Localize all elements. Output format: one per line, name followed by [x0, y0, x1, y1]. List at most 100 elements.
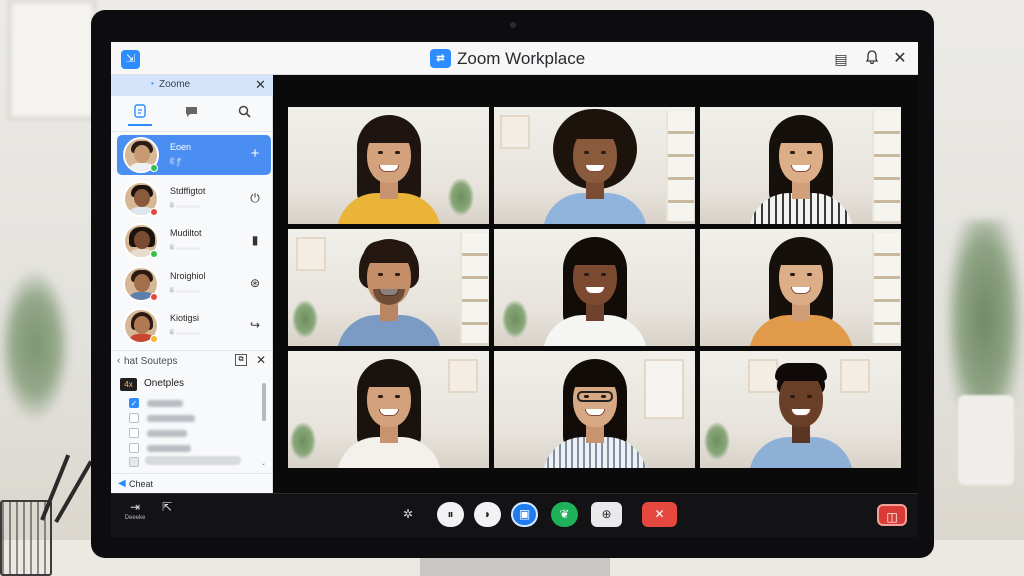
- video-button[interactable]: ◗: [474, 502, 501, 527]
- contact-status-text: Ɛ ꝭ: [170, 157, 181, 166]
- webcam: [510, 22, 516, 28]
- list-checkbox[interactable]: [129, 428, 139, 438]
- subpanel-title: hat Souteps: [124, 356, 178, 367]
- chat-bubble-icon[interactable]: ▤: [831, 49, 851, 69]
- contact-name: Nroighiol: [170, 271, 206, 281]
- contact-name: Kiotigsi: [170, 313, 200, 323]
- status-icon[interactable]: ⊛: [247, 275, 263, 291]
- status-dot: [150, 164, 158, 172]
- participant-video-tile[interactable]: [288, 351, 489, 468]
- participant-video-tile[interactable]: [700, 107, 901, 224]
- reactions-icon: ❦: [559, 507, 570, 521]
- participant-video-tile[interactable]: [288, 107, 489, 224]
- tab-contacts[interactable]: [128, 102, 152, 126]
- background-pot: [958, 395, 1014, 485]
- contact-name: Eoen: [170, 142, 192, 152]
- wall-picture-frame: [8, 0, 96, 120]
- zoom-logo-icon: ⇄: [430, 49, 451, 68]
- subpanel-scrollbar[interactable]: ⌄: [261, 375, 267, 470]
- contact-row[interactable]: Eoen Ɛ ꝭ +: [117, 135, 271, 175]
- exit-button[interactable]: ⇥ Deeeke: [121, 500, 149, 521]
- cast-button[interactable]: ⇱: [153, 500, 181, 514]
- end-call-icon: ✕: [654, 507, 665, 521]
- close-icon[interactable]: ✕: [890, 49, 910, 69]
- contact-status-text: ɕ ………: [170, 327, 201, 336]
- side-panel-footer[interactable]: ◀ Cheat: [111, 473, 273, 493]
- tab-chat[interactable]: [179, 102, 203, 126]
- search-icon: [238, 105, 251, 118]
- scroll-down-icon[interactable]: ⌄: [261, 460, 266, 467]
- power-icon[interactable]: ⏻: [247, 190, 263, 206]
- header-dot-icon: •: [151, 79, 154, 88]
- contact-status-text: ɕ ………: [170, 242, 201, 251]
- mute-button[interactable]: ⏸: [437, 502, 464, 527]
- side-panel-title: Zoome: [159, 79, 191, 90]
- meeting-toolbar: ⇥ Deeeke ⇱ ✲ ⏸ ◗ ▣ ❦ ⊕ ✕ ◫: [111, 493, 918, 537]
- tab-search[interactable]: [232, 102, 256, 126]
- exit-button-label: Deeeke: [124, 515, 146, 521]
- add-icon[interactable]: +: [247, 146, 263, 162]
- exit-icon: ⇥: [129, 500, 141, 514]
- mute-icon: ⏸: [447, 507, 454, 521]
- footer-label: Cheat: [129, 479, 154, 489]
- participant-video-tile[interactable]: [494, 351, 695, 468]
- contact-row[interactable]: Nroighiol ɕ ……… ⊛: [117, 264, 271, 304]
- list-checkbox[interactable]: ✓: [129, 398, 139, 408]
- background-plant-left: [0, 270, 70, 420]
- subpanel-header: ‹ hat Souteps ⧉ ✕: [111, 350, 273, 372]
- list-tag-badge: 4x: [120, 378, 137, 391]
- list-filter-input[interactable]: [145, 456, 241, 465]
- bell-icon[interactable]: [862, 49, 882, 69]
- list-item-label: [147, 445, 191, 452]
- reactions-button[interactable]: ❦: [551, 502, 578, 527]
- participant-video-tile[interactable]: [700, 229, 901, 346]
- list-checkbox[interactable]: [129, 443, 139, 453]
- record-icon: ◫: [886, 510, 898, 524]
- contact-name: Mudiltot: [170, 228, 202, 238]
- side-panel-close-icon[interactable]: ✕: [255, 77, 266, 93]
- forward-icon[interactable]: ↪: [247, 317, 263, 333]
- participant-video-tile[interactable]: [288, 229, 489, 346]
- record-button[interactable]: ◫: [877, 504, 907, 526]
- side-panel-tabs: [111, 96, 273, 132]
- participant-video-tile[interactable]: [494, 107, 695, 224]
- status-dot: [150, 293, 158, 301]
- title-bar: ⇲ ⇄ Zoom Workplace ▤ ✕: [111, 42, 918, 75]
- subpanel-list: 4x Onetples ✓: [115, 373, 269, 473]
- contact-row[interactable]: Stdffigtot ɕ ……… ⏻: [117, 179, 271, 219]
- status-dot: [150, 335, 158, 343]
- participant-video-tile[interactable]: [494, 229, 695, 346]
- chevron-left-icon: ◀: [118, 478, 126, 489]
- list-checkbox[interactable]: [129, 413, 139, 423]
- video-gallery: [288, 107, 902, 469]
- participant-video-tile[interactable]: [700, 351, 901, 468]
- chat-icon: [185, 107, 197, 117]
- screen-share-icon: ▣: [518, 507, 531, 521]
- side-panel: • Zoome ✕ Eoen Ɛ ꝭ + Stdffigtot ɕ ……… ⏻ …: [111, 75, 273, 493]
- more-icon: ⊕: [601, 507, 612, 521]
- list-checkbox[interactable]: [129, 457, 139, 467]
- settings-button[interactable]: ✲: [397, 502, 419, 527]
- contact-status-text: ɕ ………: [170, 285, 201, 294]
- back-icon[interactable]: ‹: [117, 355, 120, 366]
- contacts-icon: [134, 104, 146, 118]
- app-menu-icon[interactable]: ⇲: [121, 50, 140, 69]
- list-item-label: [147, 400, 183, 407]
- screen-share-button[interactable]: ▣: [511, 502, 538, 527]
- list-item-label: [147, 430, 187, 437]
- settings-icon: ✲: [402, 507, 414, 521]
- side-panel-header: • Zoome ✕: [111, 75, 273, 96]
- popout-icon[interactable]: ⧉: [235, 354, 247, 366]
- more-button[interactable]: ⊕: [591, 502, 622, 527]
- contact-row[interactable]: Mudiltot ɕ ……… ▮: [117, 221, 271, 261]
- status-dot: [150, 250, 158, 258]
- pin-icon[interactable]: ▮: [247, 232, 263, 248]
- subpanel-close-icon[interactable]: ✕: [256, 353, 266, 367]
- contact-status-text: ɕ ………: [170, 200, 201, 209]
- window-title: Zoom Workplace: [457, 49, 586, 68]
- contact-row[interactable]: Kiotigsi ɕ ……… ↪: [117, 306, 271, 346]
- scrollbar-thumb[interactable]: [262, 383, 266, 421]
- pencil: [40, 454, 71, 521]
- list-item-label: [147, 415, 195, 422]
- end-call-button[interactable]: ✕: [642, 502, 677, 527]
